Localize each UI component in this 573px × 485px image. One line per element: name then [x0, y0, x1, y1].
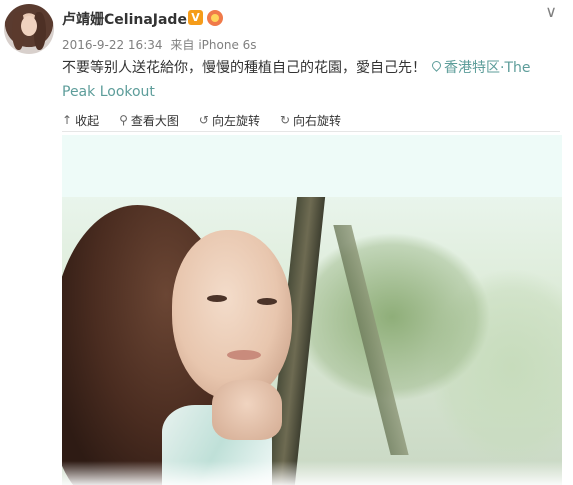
post-meta: 2016-9-22 16:34 来自 iPhone 6s — [62, 36, 261, 53]
collapse-button[interactable]: ↑ 收起 — [62, 112, 99, 129]
weibo-post-card: 卢靖姗CelinaJade V ∨ 2016-9-22 16:34 来自 iPho… — [0, 0, 573, 485]
view-large-label: 查看大图 — [130, 113, 179, 128]
verified-badge-icon[interactable]: V — [188, 10, 203, 25]
image-toolbar: ↑ 收起 ⚲ 查看大图 ↺ 向左旋转 ↻ 向右旋转 — [62, 110, 361, 130]
divider — [62, 131, 560, 132]
collapse-label: 收起 — [75, 113, 100, 128]
rotate-right-button[interactable]: ↻ 向右旋转 — [280, 112, 341, 129]
view-large-button[interactable]: ⚲ 查看大图 — [119, 112, 179, 129]
collapse-up-icon: ↑ — [62, 113, 73, 127]
avatar[interactable] — [4, 4, 54, 54]
search-icon: ⚲ — [119, 113, 128, 127]
post-timestamp[interactable]: 2016-9-22 16:34 — [62, 38, 163, 52]
rotate-right-icon: ↻ — [279, 113, 291, 127]
post-text: 不要等别人送花給你，慢慢的種植自己的花園，愛自己先！ 香港特区·The Peak … — [62, 56, 552, 104]
source-prefix: 来自 — [170, 38, 195, 52]
rotate-left-label: 向左旋转 — [211, 113, 260, 128]
rotate-left-icon: ↺ — [198, 113, 209, 127]
rotate-right-label: 向右旋转 — [293, 113, 342, 128]
user-nickname[interactable]: 卢靖姗CelinaJade — [62, 9, 187, 29]
post-body: 不要等别人送花給你，慢慢的種植自己的花園，愛自己先！ — [62, 60, 426, 76]
post-source[interactable]: iPhone 6s — [198, 38, 256, 52]
rotate-left-button[interactable]: ↺ 向左旋转 — [199, 112, 260, 129]
post-photo[interactable] — [62, 135, 562, 485]
location-pin-icon — [432, 61, 441, 73]
chevron-down-icon[interactable]: ∨ — [545, 2, 557, 21]
member-badge-icon[interactable] — [207, 10, 223, 26]
